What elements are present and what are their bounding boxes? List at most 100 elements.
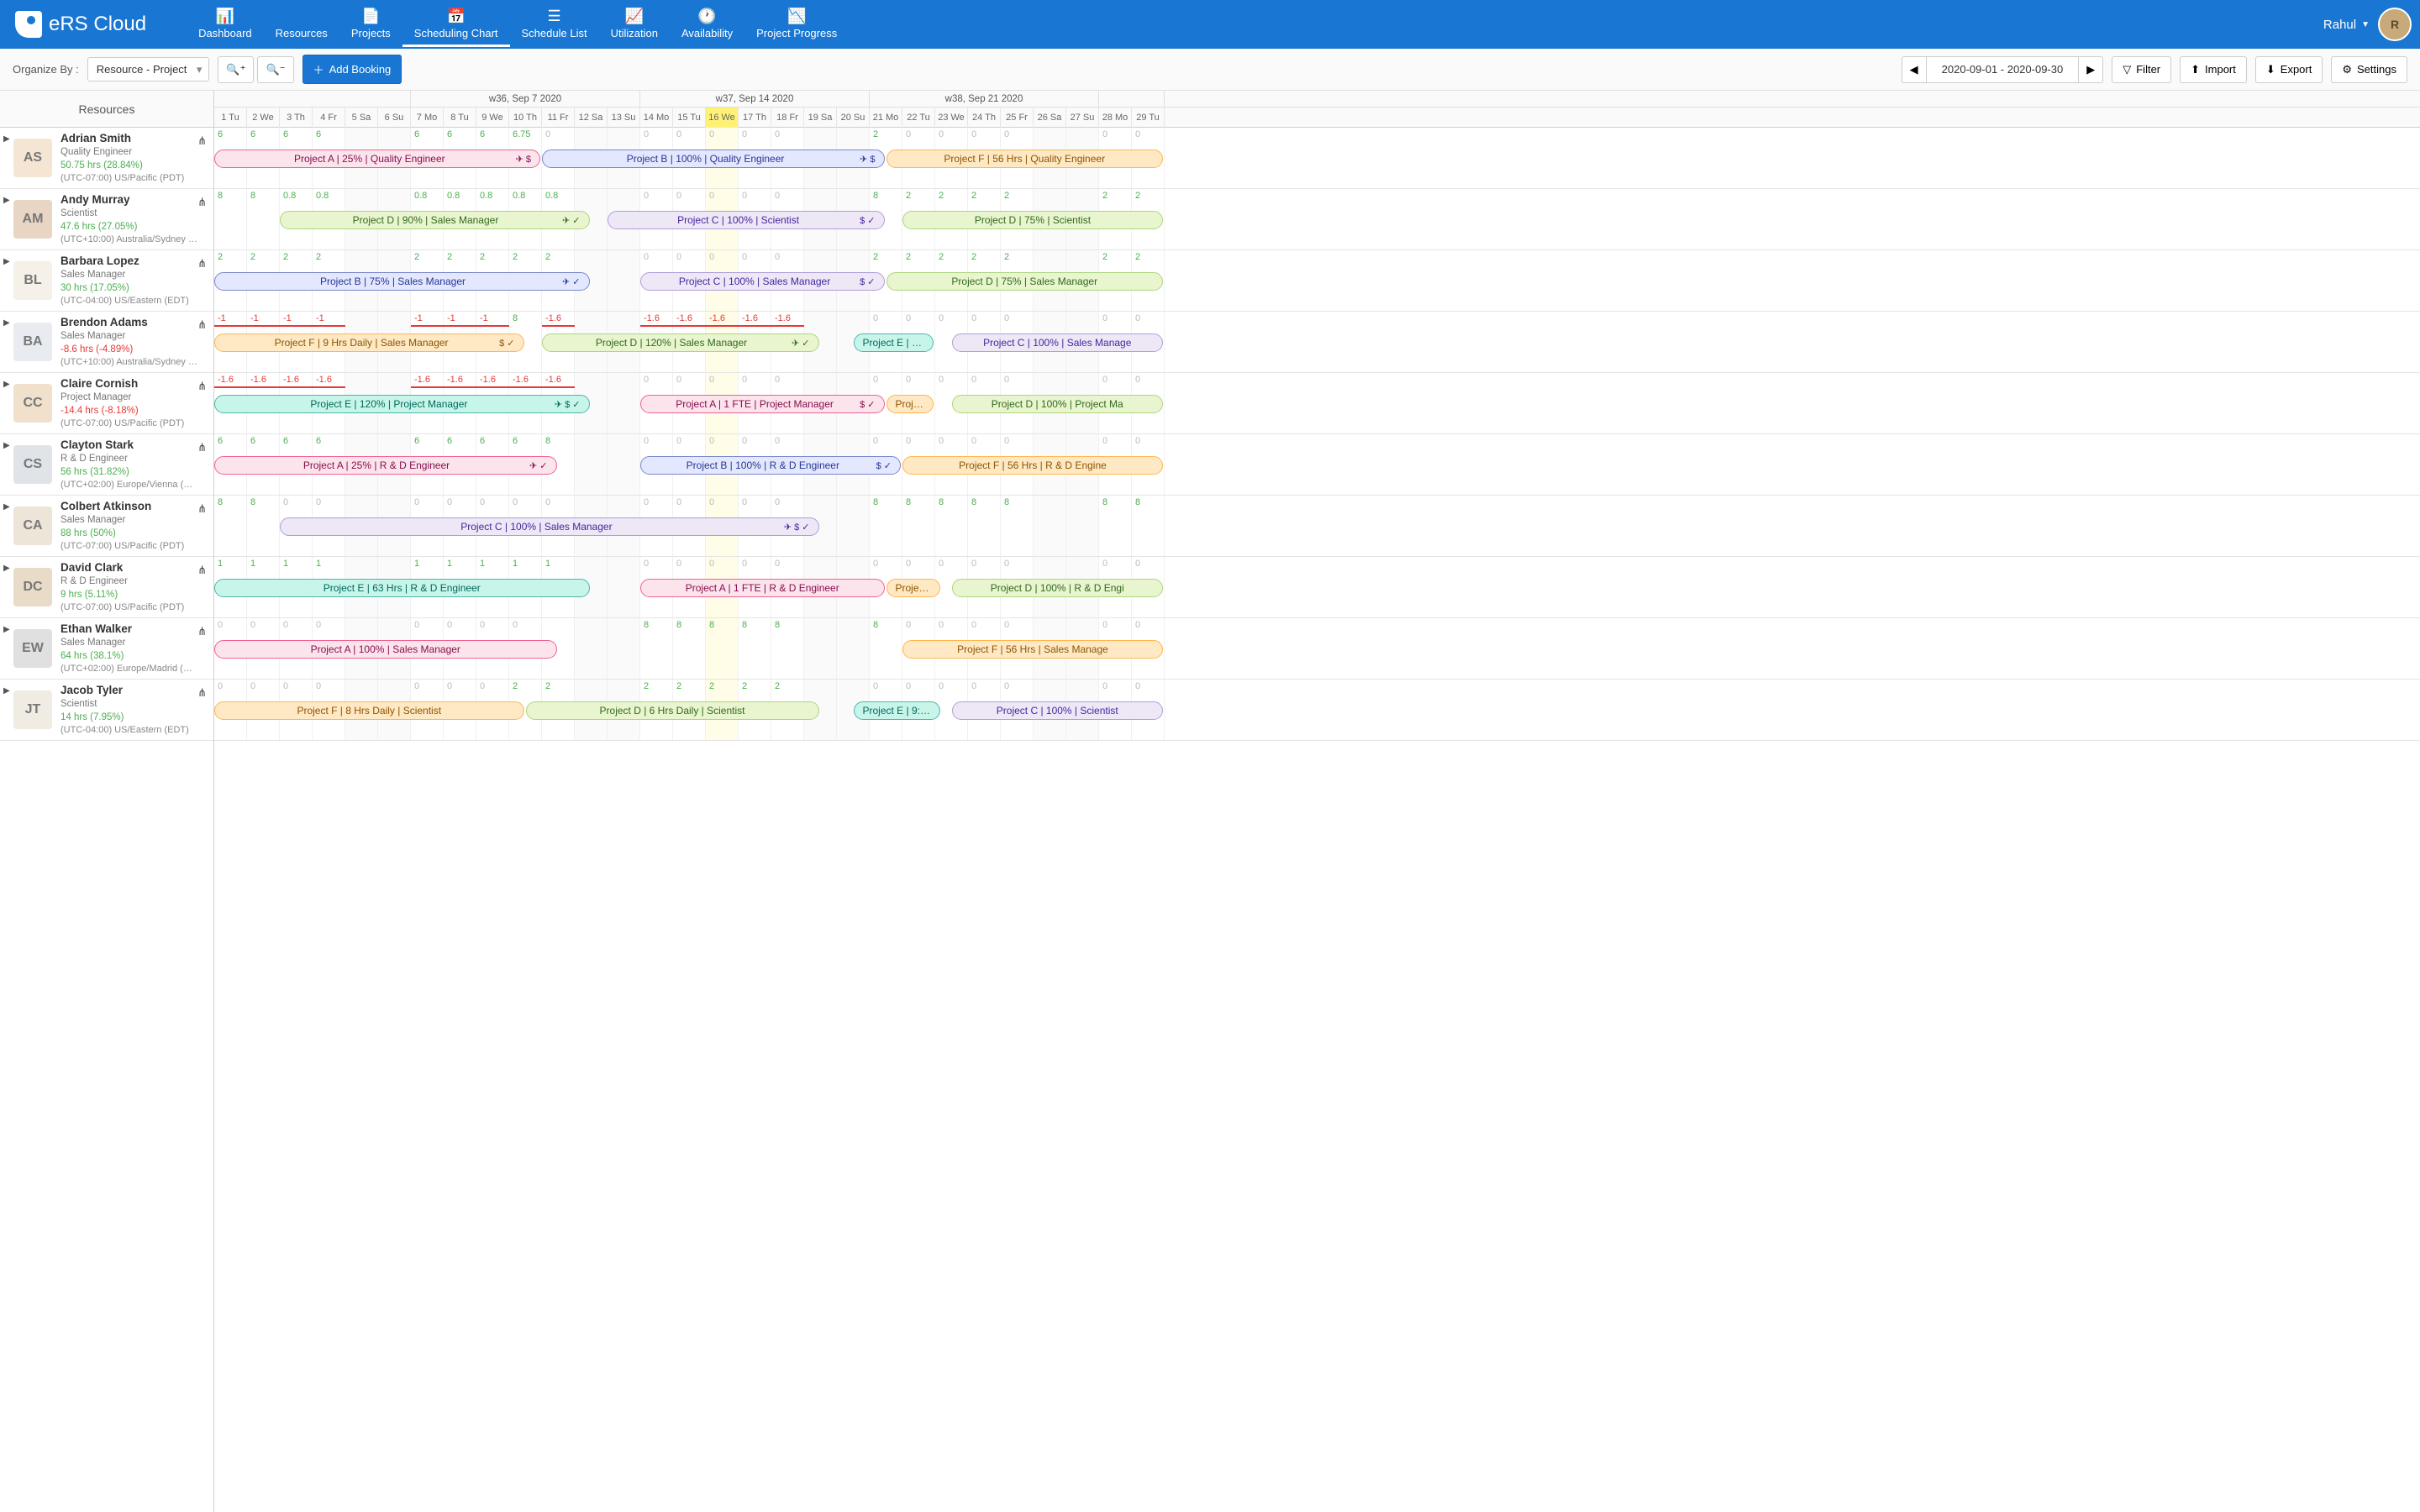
rss-icon[interactable]: ⋔ (197, 196, 207, 209)
settings-button[interactable]: ⚙Settings (2331, 56, 2407, 83)
rss-icon[interactable]: ⋔ (197, 564, 207, 577)
day-header[interactable]: 5 Sa (345, 108, 378, 128)
rss-icon[interactable]: ⋔ (197, 257, 207, 270)
organize-by-select[interactable]: Resource - Project (87, 57, 210, 81)
resource-row[interactable]: ▶ BL Barbara Lopez Sales Manager 30 hrs … (0, 250, 213, 312)
booking-bar[interactable]: Project C | 100% | Sales Manager✈ $ ✓ (280, 517, 819, 536)
timeline-row[interactable]: -1-1-1-1-1-1-18-1.6-1.6-1.6-1.6-1.6-1.60… (214, 312, 2420, 373)
expand-icon[interactable]: ▶ (3, 257, 10, 266)
day-header[interactable]: 13 Su (608, 108, 640, 128)
booking-bar[interactable]: Project D | 75% | Sales Manager (886, 272, 1164, 291)
expand-icon[interactable]: ▶ (3, 686, 10, 696)
day-header[interactable]: 21 Mo (870, 108, 902, 128)
booking-bar[interactable]: Project F | 56 Hrs | R & D Engine (902, 456, 1163, 475)
timeline-row[interactable]: 880000000000008888888Project C | 100% | … (214, 496, 2420, 557)
expand-icon[interactable]: ▶ (3, 441, 10, 450)
timeline-row[interactable]: 000000022222220000000Project F | 8 Hrs D… (214, 680, 2420, 741)
day-header[interactable]: 14 Mo (640, 108, 673, 128)
booking-bar[interactable]: Project F | 56 Hrs | Quality Engineer (886, 150, 1164, 168)
day-header[interactable]: 2 We (247, 108, 280, 128)
rss-icon[interactable]: ⋔ (197, 318, 207, 332)
booking-bar[interactable]: Project B | 75% | Sales Manager✈ ✓ (214, 272, 590, 291)
booking-bar[interactable]: Project D | 120% | Sales Manager✈ ✓ (542, 333, 819, 352)
nav-resources[interactable]: 👤Resources (264, 3, 339, 47)
rss-icon[interactable]: ⋔ (197, 441, 207, 454)
expand-icon[interactable]: ▶ (3, 502, 10, 512)
booking-bar[interactable]: Project A | 1 FTE | Project Manager$ ✓ (640, 395, 885, 413)
day-header[interactable]: 3 Th (280, 108, 313, 128)
expand-icon[interactable]: ▶ (3, 318, 10, 328)
nav-schedule-list[interactable]: ☰Schedule List (510, 3, 599, 47)
resource-row[interactable]: ▶ DC David Clark R & D Engineer 9 hrs (5… (0, 557, 213, 618)
timeline-row[interactable]: 111111111000000000000Project E | 63 Hrs … (214, 557, 2420, 618)
expand-icon[interactable]: ▶ (3, 625, 10, 634)
resource-row[interactable]: ▶ CC Claire Cornish Project Manager -14.… (0, 373, 213, 434)
user-menu[interactable]: Rahul ▼ R (2323, 8, 2412, 41)
booking-bar[interactable]: Project E | 120% | Project Manager✈ $ ✓ (214, 395, 590, 413)
day-header[interactable]: 20 Su (837, 108, 870, 128)
day-header[interactable]: 17 Th (739, 108, 771, 128)
resource-row[interactable]: ▶ EW Ethan Walker Sales Manager 64 hrs (… (0, 618, 213, 680)
day-header[interactable]: 27 Su (1066, 108, 1099, 128)
rss-icon[interactable]: ⋔ (197, 686, 207, 700)
booking-bar[interactable]: Project F | ... (886, 395, 934, 413)
day-header[interactable]: 9 We (476, 108, 509, 128)
booking-bar[interactable]: Project E | 63 Hrs | R & D Engineer (214, 579, 590, 597)
day-header[interactable]: 26 Sa (1034, 108, 1066, 128)
timeline-row[interactable]: 222222222000002222222Project B | 75% | S… (214, 250, 2420, 312)
timeline-row[interactable]: 66666666.750000002000000Project A | 25% … (214, 128, 2420, 189)
import-button[interactable]: ⬆Import (2180, 56, 2247, 83)
zoom-out-button[interactable]: 🔍⁻ (257, 56, 293, 83)
expand-icon[interactable]: ▶ (3, 564, 10, 573)
day-header[interactable]: 1 Tu (214, 108, 247, 128)
booking-bar[interactable]: Project F | ... (886, 579, 940, 597)
day-header[interactable]: 19 Sa (804, 108, 837, 128)
date-range-display[interactable]: 2020-09-01 - 2020-09-30 (1926, 56, 2080, 83)
day-header[interactable]: 15 Tu (673, 108, 706, 128)
nav-utilization[interactable]: 📈Utilization (599, 3, 670, 47)
booking-bar[interactable]: Project F | 9 Hrs Daily | Sales Manager$… (214, 333, 524, 352)
day-header[interactable]: 10 Th (509, 108, 542, 128)
resource-row[interactable]: ▶ CA Colbert Atkinson Sales Manager 88 h… (0, 496, 213, 557)
nav-scheduling-chart[interactable]: 📅Scheduling Chart (402, 3, 510, 47)
day-header[interactable]: 11 Fr (542, 108, 575, 128)
logo[interactable]: eRS Cloud (8, 11, 153, 38)
day-header[interactable]: 6 Su (378, 108, 411, 128)
booking-bar[interactable]: Project A | 25% | Quality Engineer✈ $ (214, 150, 540, 168)
day-header[interactable]: 28 Mo (1099, 108, 1132, 128)
booking-bar[interactable]: Project C | 100% | Scientist (952, 701, 1164, 720)
timeline-row[interactable]: 666666668000000000000Project A | 25% | R… (214, 434, 2420, 496)
booking-bar[interactable]: Project B | 100% | Quality Engineer✈ $ (542, 150, 885, 168)
booking-bar[interactable]: Project E | 9:00 to 17:00 D... (854, 333, 934, 352)
booking-bar[interactable]: Project D | 6 Hrs Daily | Scientist (526, 701, 819, 720)
timeline-row[interactable]: -1.6-1.6-1.6-1.6-1.6-1.6-1.6-1.6-1.60000… (214, 373, 2420, 434)
day-header[interactable]: 25 Fr (1001, 108, 1034, 128)
booking-bar[interactable]: Project A | 25% | R & D Engineer✈ ✓ (214, 456, 557, 475)
timeline-row[interactable]: 00000000888888000000Project A | 100% | S… (214, 618, 2420, 680)
booking-bar[interactable]: Project A | 1 FTE | R & D Engineer (640, 579, 885, 597)
rss-icon[interactable]: ⋔ (197, 134, 207, 148)
day-header[interactable]: 23 We (935, 108, 968, 128)
booking-bar[interactable]: Project D | 90% | Sales Manager✈ ✓ (280, 211, 590, 229)
booking-bar[interactable]: Project D | 100% | Project Ma (952, 395, 1164, 413)
add-booking-button[interactable]: ＋Add Booking (302, 55, 402, 84)
day-header[interactable]: 24 Th (968, 108, 1001, 128)
booking-bar[interactable]: Project D | 75% | Scientist (902, 211, 1163, 229)
booking-bar[interactable]: Project C | 100% | Sales Manager$ ✓ (640, 272, 885, 291)
booking-bar[interactable]: Project B | 100% | R & D Engineer$ ✓ (640, 456, 901, 475)
resource-row[interactable]: ▶ AS Adrian Smith Quality Engineer 50.75… (0, 128, 213, 189)
day-header[interactable]: 22 Tu (902, 108, 935, 128)
date-prev-button[interactable]: ◀ (1902, 56, 1927, 83)
day-header[interactable]: 4 Fr (313, 108, 345, 128)
rss-icon[interactable]: ⋔ (197, 625, 207, 638)
resource-row[interactable]: ▶ AM Andy Murray Scientist 47.6 hrs (27.… (0, 189, 213, 250)
zoom-in-button[interactable]: 🔍⁺ (218, 56, 254, 83)
expand-icon[interactable]: ▶ (3, 134, 10, 144)
day-header[interactable]: 8 Tu (444, 108, 476, 128)
timeline-row[interactable]: 880.80.80.80.80.80.80.8000008222222Proje… (214, 189, 2420, 250)
booking-bar[interactable]: Project E | 9:00 to 17:00 Da... (854, 701, 940, 720)
day-header[interactable]: 29 Tu (1132, 108, 1165, 128)
nav-dashboard[interactable]: 📊Dashboard (187, 3, 264, 47)
rss-icon[interactable]: ⋔ (197, 502, 207, 516)
booking-bar[interactable]: Project A | 100% | Sales Manager (214, 640, 557, 659)
